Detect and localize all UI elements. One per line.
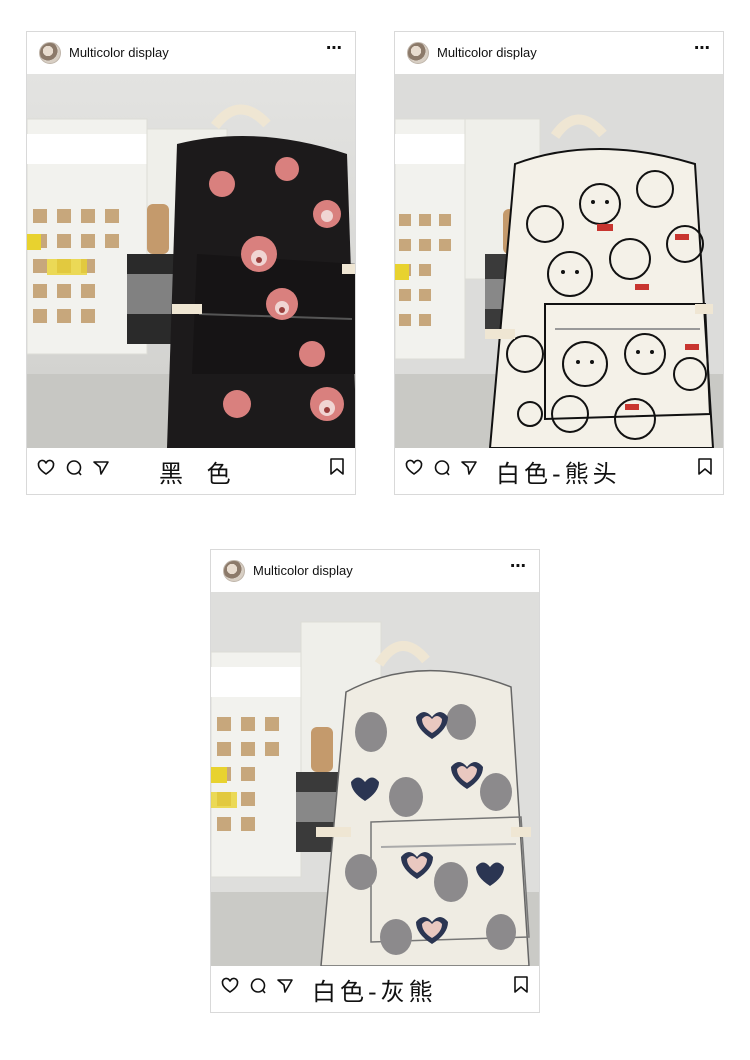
bookmark-icon[interactable] xyxy=(513,976,529,994)
username[interactable]: Multicolor display xyxy=(253,563,353,578)
send-icon[interactable] xyxy=(92,459,110,477)
color-caption: 白色-灰熊 xyxy=(312,978,437,1006)
post-header: Multicolor display ⋯ xyxy=(395,32,723,74)
color-caption: 白色-熊头 xyxy=(496,460,621,488)
more-options-icon[interactable]: ⋯ xyxy=(510,556,527,576)
post-card: Multicolor display ⋯ xyxy=(394,31,724,495)
send-icon[interactable] xyxy=(460,459,478,477)
avatar[interactable] xyxy=(223,560,245,582)
username[interactable]: Multicolor display xyxy=(69,45,169,60)
post-header: Multicolor display ⋯ xyxy=(211,550,539,592)
color-caption: 黑 色 xyxy=(159,460,239,488)
post-card: Multicolor display ⋯ xyxy=(26,31,356,495)
send-icon[interactable] xyxy=(276,977,294,995)
avatar[interactable] xyxy=(39,42,61,64)
product-photo xyxy=(27,74,355,448)
comment-icon[interactable] xyxy=(433,459,451,477)
username[interactable]: Multicolor display xyxy=(437,45,537,60)
product-photo xyxy=(211,592,539,966)
bookmark-icon[interactable] xyxy=(329,458,345,476)
avatar[interactable] xyxy=(407,42,429,64)
comment-icon[interactable] xyxy=(249,977,267,995)
post-header: Multicolor display ⋯ xyxy=(27,32,355,74)
bookmark-icon[interactable] xyxy=(697,458,713,476)
more-options-icon[interactable]: ⋯ xyxy=(326,38,343,58)
comment-icon[interactable] xyxy=(65,459,83,477)
heart-icon[interactable] xyxy=(37,459,55,477)
more-options-icon[interactable]: ⋯ xyxy=(694,38,711,58)
post-card: Multicolor display ⋯ xyxy=(210,549,540,1013)
post-actions: 白色-熊头 xyxy=(395,448,723,496)
product-photo xyxy=(395,74,723,448)
post-actions: 黑 色 xyxy=(27,448,355,496)
post-actions: 白色-灰熊 xyxy=(211,966,539,1014)
heart-icon[interactable] xyxy=(221,977,239,995)
heart-icon[interactable] xyxy=(405,459,423,477)
